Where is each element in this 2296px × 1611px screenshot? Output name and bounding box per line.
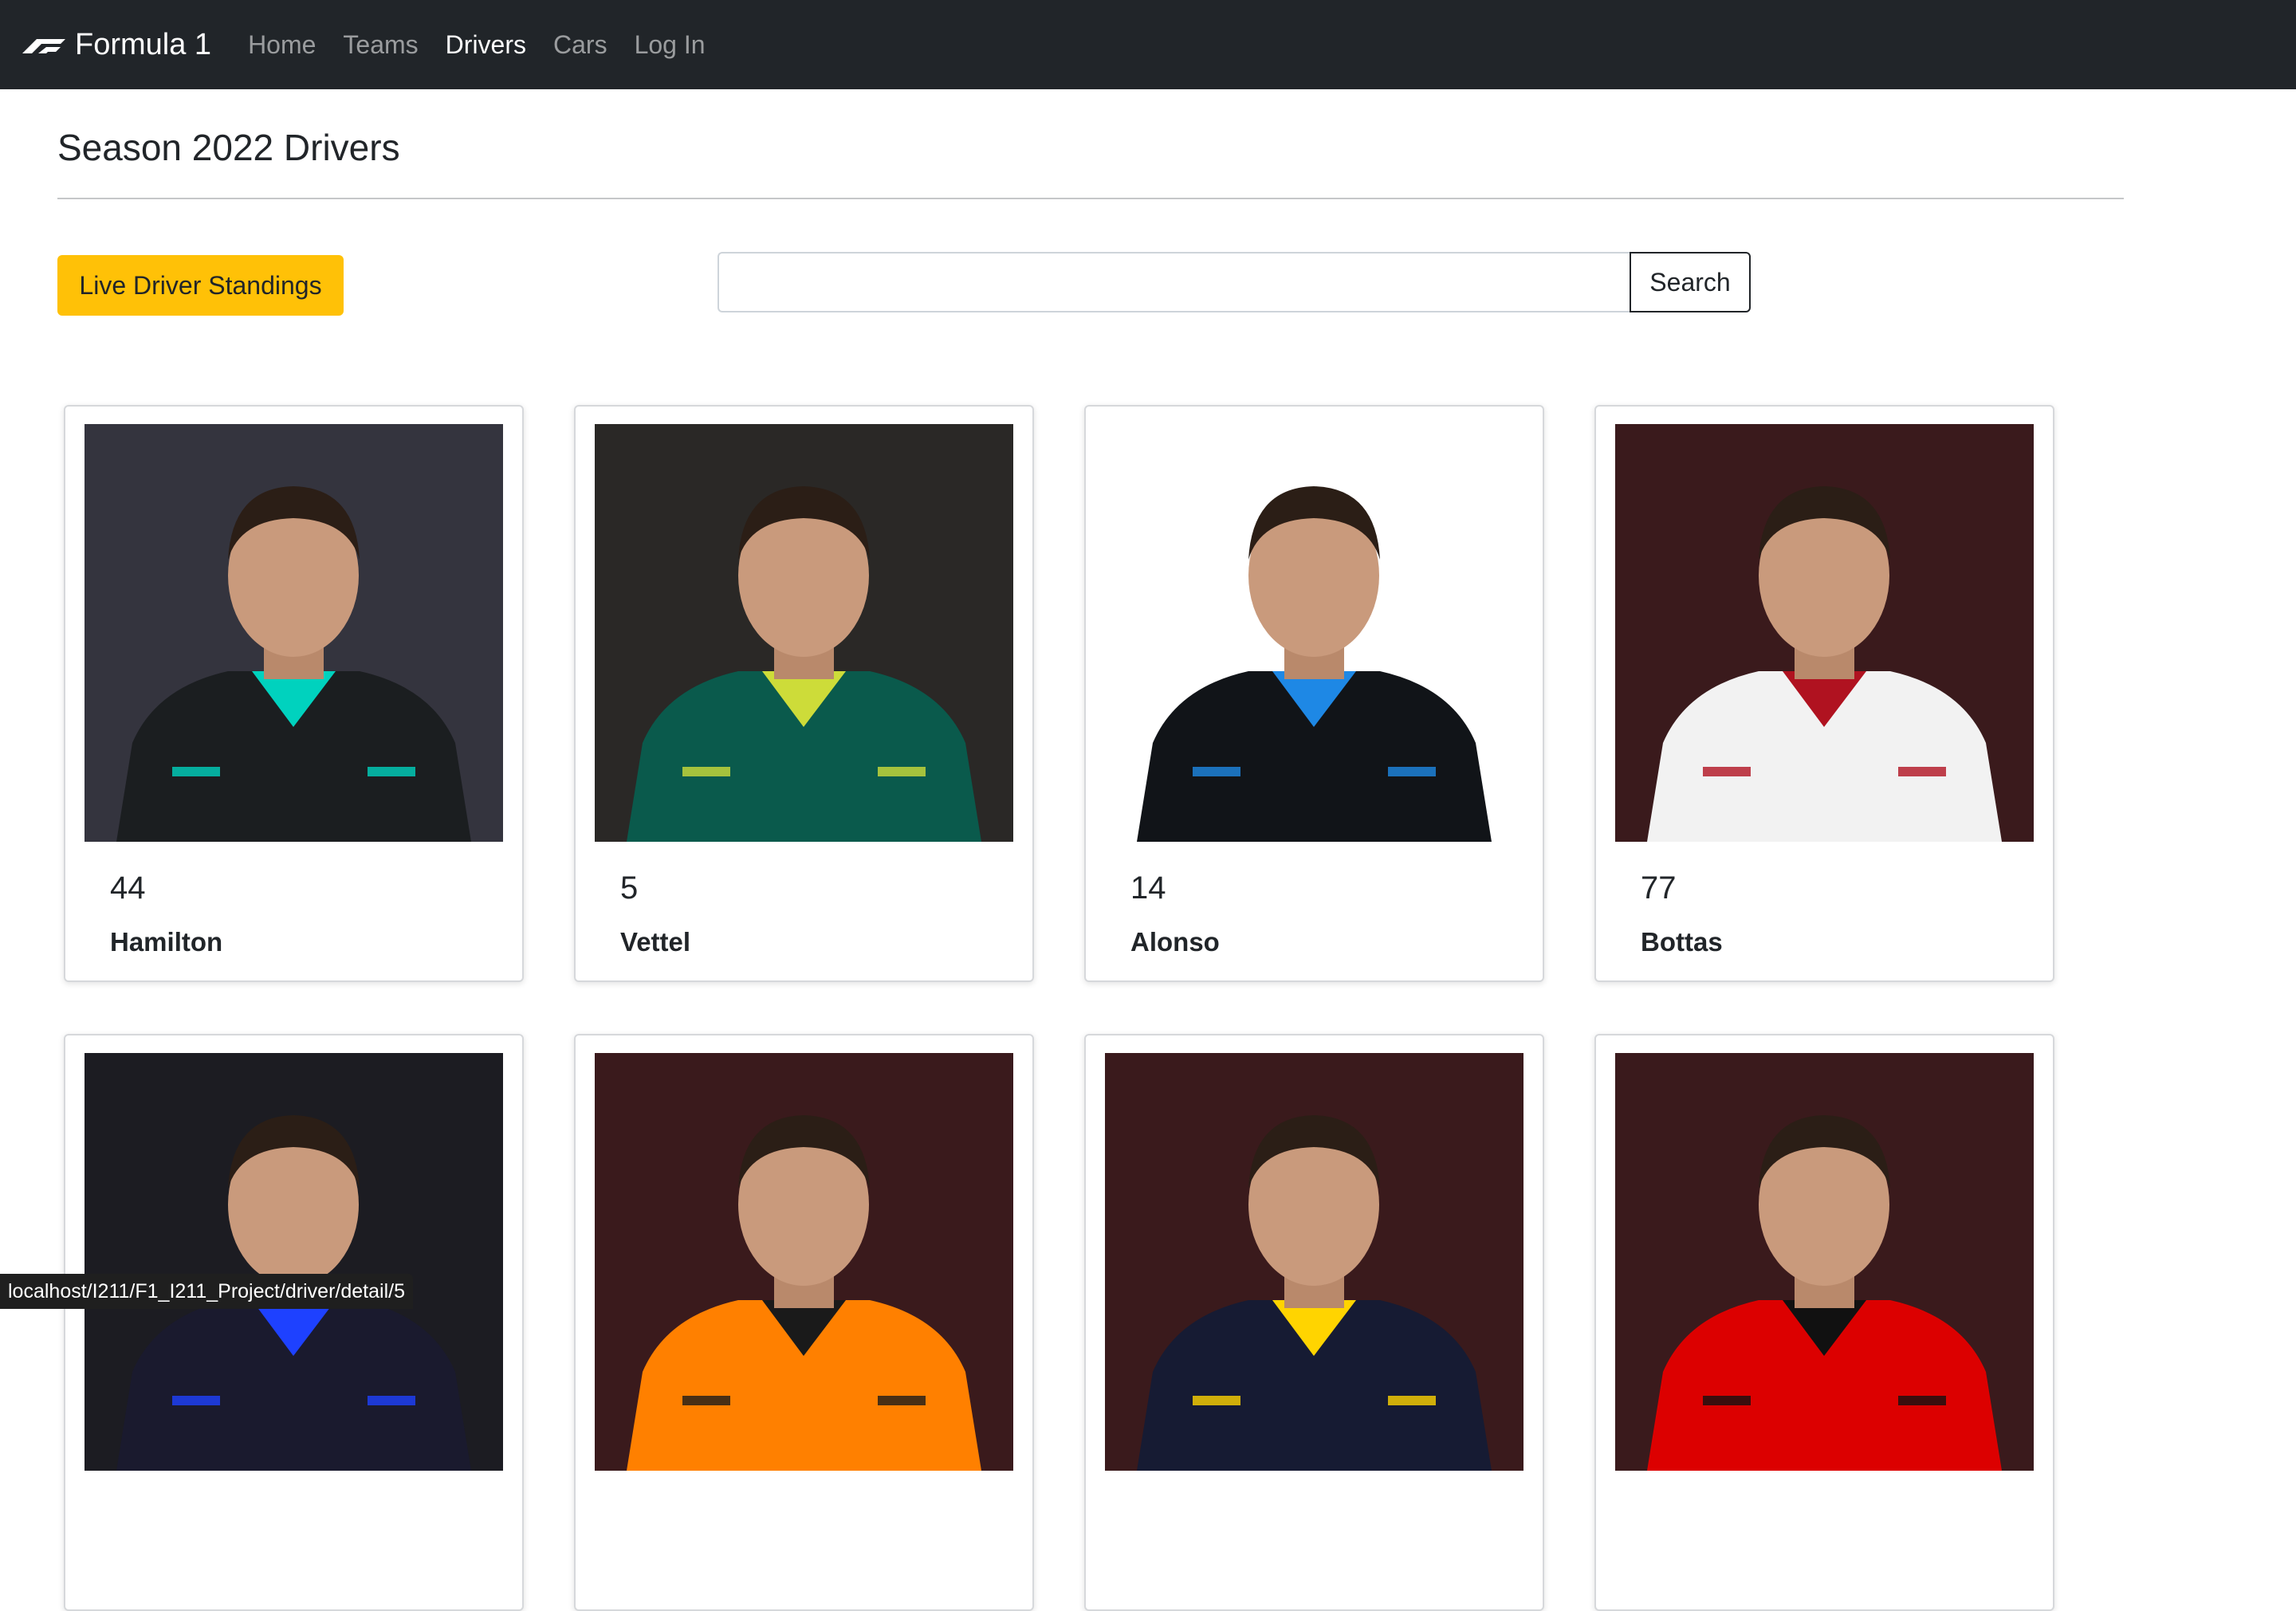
nav-drivers-link[interactable]: Drivers [446,30,526,60]
driver-card[interactable]: 44 Hamilton [64,405,524,982]
sponsor-patch [1898,1396,1946,1405]
driver-portrait-image [1615,424,2034,842]
driver-photo [595,424,1013,842]
driver-name: Hamilton [110,927,223,957]
nav-teams-link[interactable]: Teams [343,30,418,60]
brand-link[interactable]: Formula 1 [19,28,211,62]
sponsor-patch [368,767,415,776]
driver-photo [1105,1053,1523,1471]
sponsor-patch [1193,1396,1240,1405]
sponsor-patch [172,767,220,776]
sponsor-patch [682,1396,730,1405]
driver-number: 44 [110,870,146,906]
sponsor-patch [878,1396,926,1405]
driver-card[interactable] [1594,1034,2054,1611]
driver-number: 77 [1641,870,1677,906]
title-divider [57,198,2124,199]
sponsor-patch [368,1396,415,1405]
f1-logo-icon [22,39,65,53]
driver-name: Alonso [1130,927,1220,957]
driver-number: 14 [1130,870,1166,906]
search-input[interactable] [718,252,1630,312]
driver-portrait-image [595,424,1013,842]
driver-card[interactable]: 5 Vettel [574,405,1034,982]
sponsor-patch [1703,767,1751,776]
top-navbar: Formula 1 Home Teams Drivers Cars Log In [0,0,2296,89]
driver-portrait-image [1105,424,1523,842]
driver-card[interactable] [64,1034,524,1611]
sponsor-patch [1388,1396,1436,1405]
driver-card[interactable]: 14 Alonso [1084,405,1544,982]
status-url-bar: localhost/I211/F1_I211_Project/driver/de… [0,1274,413,1309]
driver-portrait-image [1615,1053,2034,1471]
driver-photo [85,424,503,842]
search-form: Search [718,252,1751,312]
sponsor-patch [1703,1396,1751,1405]
driver-photo [1105,424,1523,842]
driver-card[interactable] [574,1034,1034,1611]
driver-photo [85,1053,503,1471]
driver-number: 5 [620,870,639,906]
brand-name: Formula 1 [75,27,212,61]
driver-portrait-image [595,1053,1013,1471]
driver-photo [1615,1053,2034,1471]
driver-portrait-image [85,424,503,842]
nav-login-link[interactable]: Log In [635,30,706,60]
driver-name: Vettel [620,927,691,957]
driver-card[interactable] [1084,1034,1544,1611]
nav-links: Home Teams Drivers Cars Log In [248,30,732,60]
page-title: Season 2022 Drivers [57,127,400,168]
driver-card[interactable]: 77 Bottas [1594,405,2054,982]
sponsor-patch [1193,767,1240,776]
driver-portrait-image [1105,1053,1523,1471]
sponsor-patch [682,767,730,776]
driver-photo [595,1053,1013,1471]
driver-photo [1615,424,2034,842]
driver-name: Bottas [1641,927,1723,957]
nav-cars-link[interactable]: Cars [553,30,607,60]
sponsor-patch [878,767,926,776]
driver-grid: 44 Hamilton 5 Vettel 14 Alonso 77 Bottas [64,405,2105,1611]
search-button[interactable]: Search [1630,252,1751,312]
sponsor-patch [1388,767,1436,776]
nav-home-link[interactable]: Home [248,30,316,60]
driver-portrait-image [85,1053,503,1471]
sponsor-patch [1898,767,1946,776]
sponsor-patch [172,1396,220,1405]
live-standings-button[interactable]: Live Driver Standings [57,255,344,316]
